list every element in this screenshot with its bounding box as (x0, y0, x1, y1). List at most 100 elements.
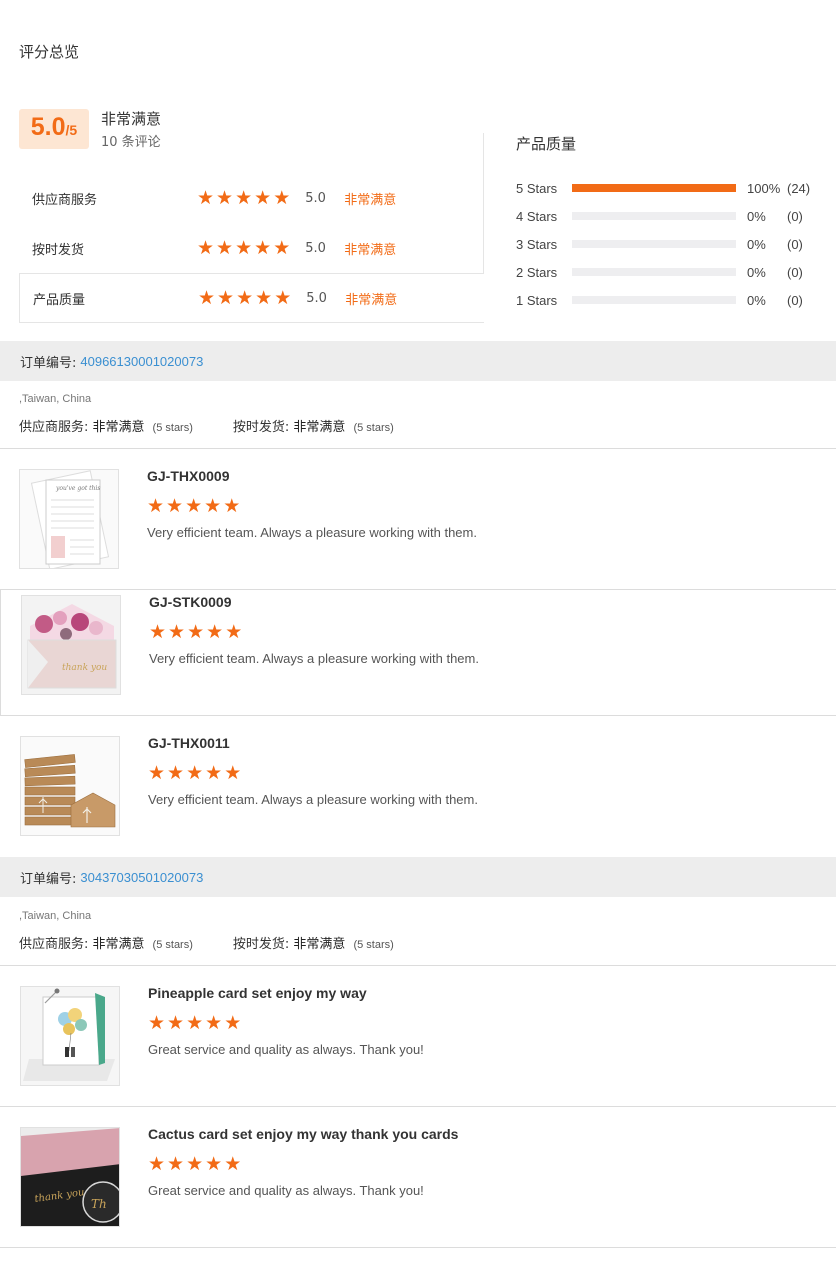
product-rating-stars: ★ ★ ★ ★ ★ (147, 497, 240, 516)
dimension-stars: ★ ★ ★ ★ ★ (198, 286, 291, 309)
overall-label: 非常满意 (101, 110, 162, 128)
star-icon: ★ (167, 1012, 185, 1034)
divider (0, 965, 836, 966)
dimension-label: 非常满意 (344, 192, 397, 208)
star-icon: ★ (273, 186, 291, 209)
star-bar-track (572, 184, 736, 192)
star-bar-track (572, 296, 736, 304)
star-icon: ★ (223, 495, 241, 517)
star-icon: ★ (216, 186, 234, 209)
review-comment: Very efficient team. Always a pleasure w… (147, 525, 477, 540)
dimension-row-shipping: 按时发货 ★ ★ ★ ★ ★ 5.0 非常满意 (19, 223, 484, 273)
star-icon: ★ (187, 621, 205, 643)
product-rating-stars: ★ ★ ★ ★ ★ (148, 764, 241, 783)
order-ratings: 供应商服务: 非常满意 (5 stars) 按时发货: 非常满意 (5 stars) (19, 933, 434, 952)
overall-score-max: /5 (65, 122, 78, 138)
star-icon: ★ (225, 621, 243, 643)
star-icon: ★ (224, 1012, 242, 1034)
star-bar-row: 5 Stars 100% (24) (516, 178, 810, 198)
star-icon: ★ (167, 1153, 185, 1175)
star-icon: ★ (185, 495, 203, 517)
product-title[interactable]: GJ-STK0009 (149, 594, 231, 610)
star-bar-row: 1 Stars 0% (0) (516, 290, 803, 310)
star-bar-count: (0) (787, 236, 803, 252)
star-bar-label: 2 Stars (516, 264, 558, 280)
order-shipping-stars: (5 stars) (353, 422, 394, 434)
product-title[interactable]: GJ-THX0011 (148, 735, 230, 751)
review-count: 10 条评论 (101, 135, 161, 150)
overall-score-badge: 5.0 /5 (19, 109, 89, 149)
star-bar-count: (0) (787, 264, 803, 280)
star-bar-count: (24) (787, 180, 811, 196)
star-bar-count: (0) (787, 208, 803, 224)
product-title[interactable]: GJ-THX0009 (147, 468, 229, 484)
star-icon: ★ (235, 186, 253, 209)
planner-notepad-thumbnail[interactable]: you've got this (19, 469, 119, 569)
order-shipping-rating: 按时发货: 非常满意 (5 stars) (233, 416, 394, 435)
review-comment: Great service and quality as always. Tha… (148, 1042, 424, 1057)
order-number-label: 订单编号: (20, 355, 77, 371)
overview-title: 评分总览 (19, 43, 80, 61)
order-service-label: 供应商服务: (19, 420, 89, 435)
star-bar-percent: 0% (747, 264, 766, 280)
pink-black-cards-thumbnail[interactable]: thank you Th (20, 1127, 120, 1227)
star-icon: ★ (217, 286, 235, 309)
star-bar-label: 5 Stars (516, 180, 558, 196)
divider (0, 1247, 836, 1248)
star-icon: ★ (236, 286, 254, 309)
star-icon: ★ (186, 1012, 204, 1034)
svg-text:thank you: thank you (62, 663, 107, 673)
balloon-card-thumbnail[interactable] (20, 986, 120, 1086)
order-service-rating: 供应商服务: 非常满意 (5 stars) (19, 933, 193, 952)
dimension-row-service: 供应商服务 ★ ★ ★ ★ ★ 5.0 非常满意 (19, 173, 484, 223)
star-icon: ★ (197, 236, 215, 259)
star-bar-percent: 0% (747, 208, 766, 224)
order-shipping-rating: 按时发货: 非常满意 (5 stars) (233, 933, 394, 952)
star-icon: ★ (148, 1153, 166, 1175)
star-icon: ★ (205, 762, 223, 784)
svg-text:you've got this: you've got this (55, 485, 100, 492)
divider (0, 715, 836, 716)
star-icon: ★ (186, 762, 204, 784)
order-service-stars: (5 stars) (152, 939, 193, 951)
star-icon: ★ (168, 621, 186, 643)
order-header: 订单编号: 30437030501020073 (0, 857, 836, 897)
product-title[interactable]: Pineapple card set enjoy my way (148, 985, 367, 1001)
star-bar-percent: 0% (747, 236, 766, 252)
svg-text:Th: Th (91, 1197, 107, 1211)
order-service-value: 非常满意 (92, 937, 145, 952)
star-bar-row: 3 Stars 0% (0) (516, 234, 803, 254)
star-icon: ★ (205, 1153, 223, 1175)
order-number-link[interactable]: 30437030501020073 (80, 870, 203, 885)
star-icon: ★ (147, 495, 165, 517)
star-bar-track (572, 240, 736, 248)
kraft-cards-thumbnail[interactable] (20, 736, 120, 836)
order-number-link[interactable]: 40966130001020073 (80, 354, 203, 369)
star-icon: ★ (205, 1012, 223, 1034)
star-icon: ★ (273, 236, 291, 259)
star-icon: ★ (224, 762, 242, 784)
product-title[interactable]: Cactus card set enjoy my way thank you c… (148, 1126, 458, 1142)
star-icon: ★ (254, 236, 272, 259)
quality-breakdown-title: 产品质量 (516, 135, 577, 153)
star-bar-row: 4 Stars 0% (0) (516, 206, 803, 226)
star-icon: ★ (198, 286, 216, 309)
floral-envelope-thumbnail[interactable]: thank you (21, 595, 121, 695)
overall-score: 5.0 (30, 113, 66, 141)
product-rating-stars: ★ ★ ★ ★ ★ (148, 1155, 241, 1174)
dimension-row-quality[interactable]: 产品质量 ★ ★ ★ ★ ★ 5.0 非常满意 (19, 273, 484, 323)
order-ratings: 供应商服务: 非常满意 (5 stars) 按时发货: 非常满意 (5 stars) (19, 416, 434, 435)
dimension-name: 供应商服务 (32, 192, 98, 208)
star-bar-label: 1 Stars (516, 292, 558, 308)
dimension-name: 按时发货 (32, 242, 85, 258)
dimension-stars: ★ ★ ★ ★ ★ (197, 236, 291, 259)
order-shipping-value: 非常满意 (293, 937, 346, 952)
star-icon: ★ (149, 621, 167, 643)
star-icon: ★ (204, 495, 222, 517)
order-shipping-label: 按时发货: (232, 937, 290, 952)
star-icon: ★ (224, 1153, 242, 1175)
star-icon: ★ (148, 1012, 166, 1034)
star-bar-row: 2 Stars 0% (0) (516, 262, 803, 282)
order-service-stars: (5 stars) (152, 422, 193, 434)
star-bar-label: 3 Stars (516, 236, 558, 252)
